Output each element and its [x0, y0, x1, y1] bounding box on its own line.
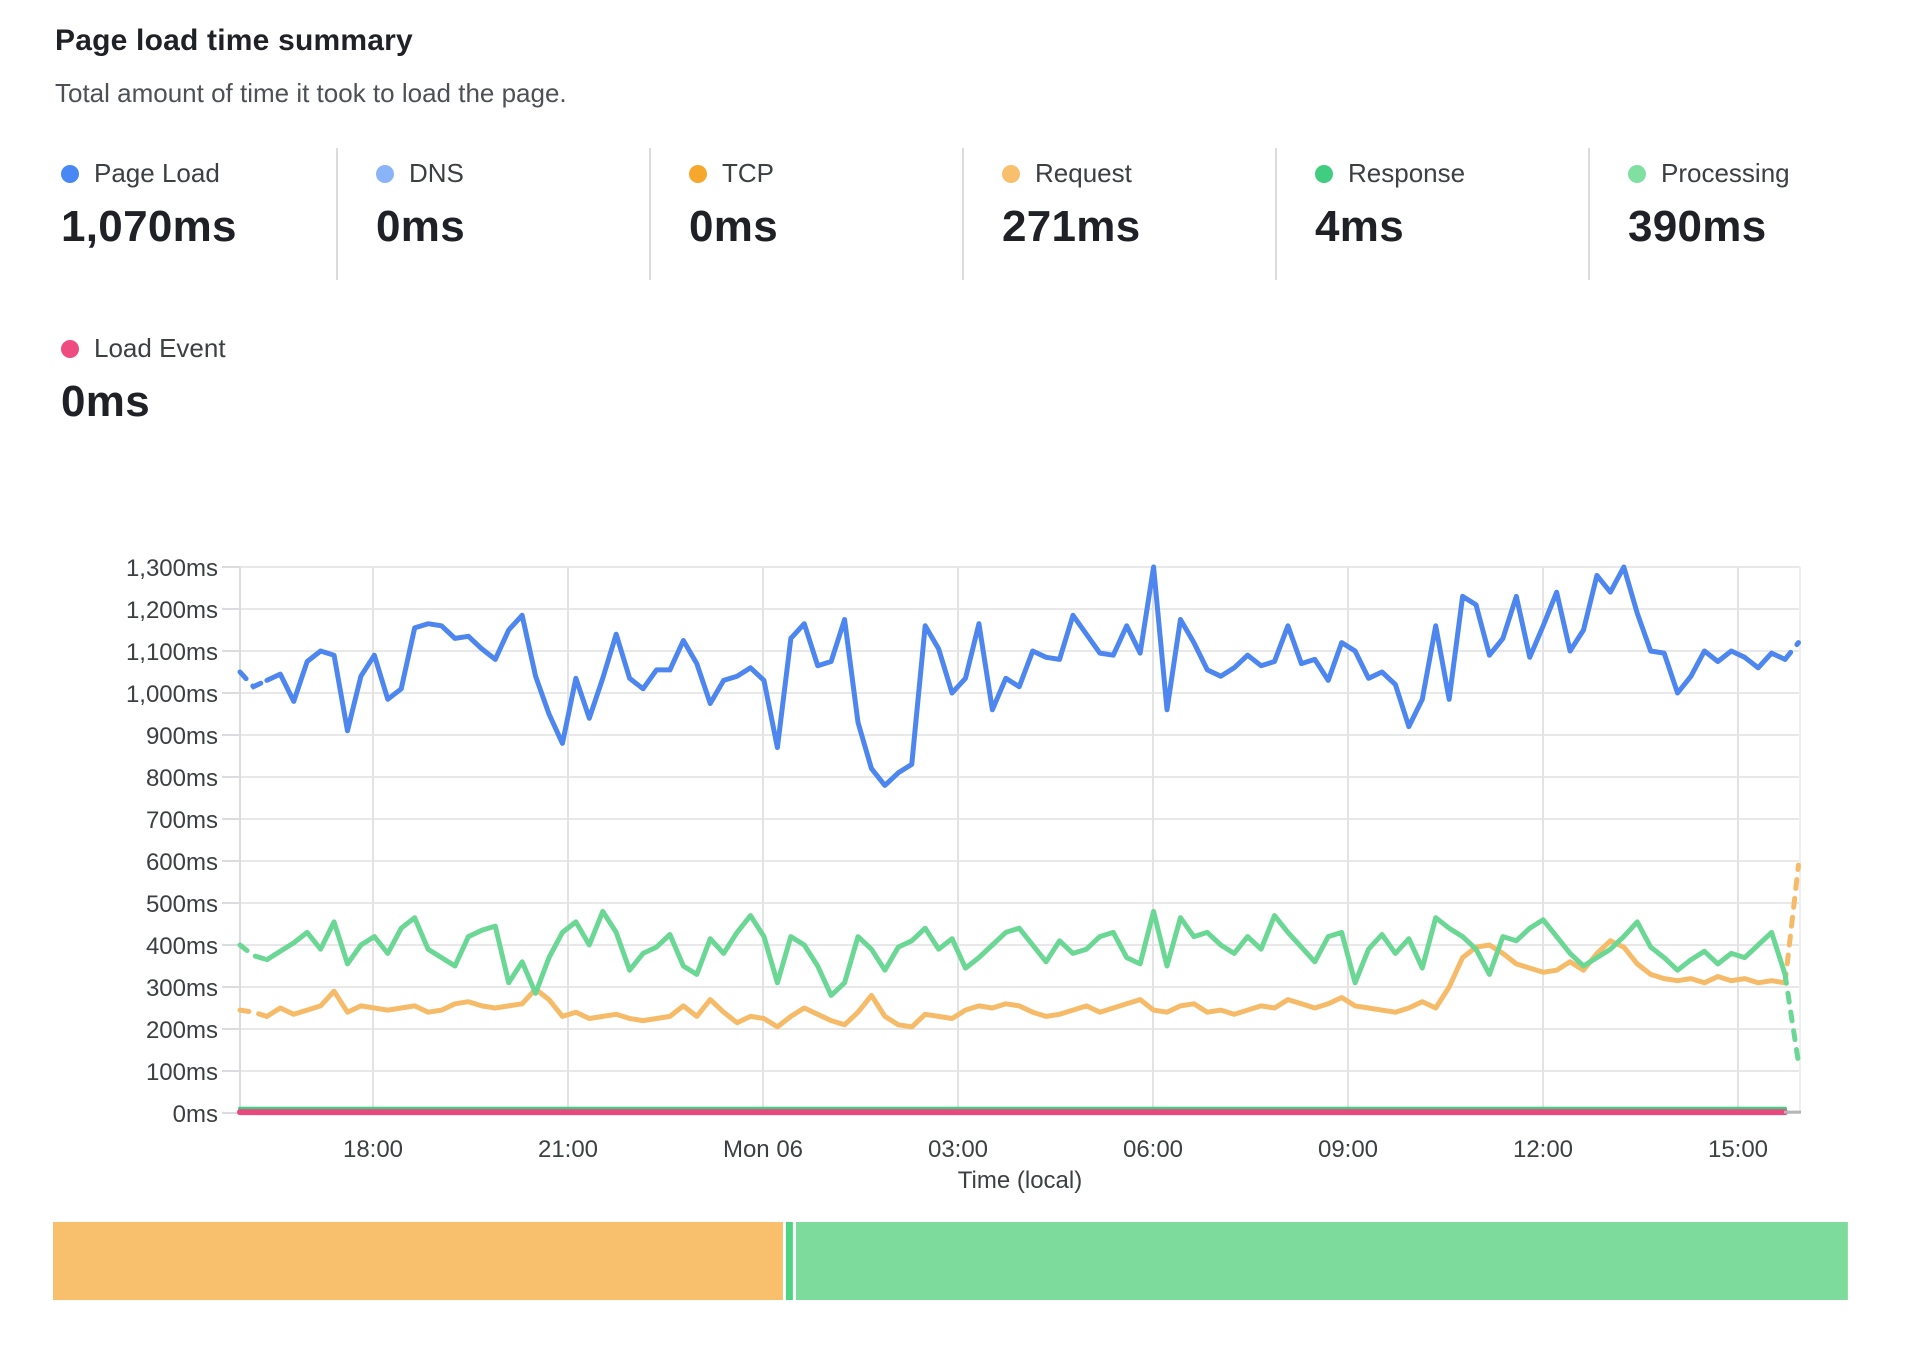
chart-line-page_load-dash-head: [240, 672, 267, 687]
page-load-time-chart[interactable]: 0ms 100ms 200ms 300ms 400ms 500ms 600ms 700ms 80…: [0, 440, 1910, 1352]
totals-bar-segment-processing[interactable]: [796, 1222, 1848, 1300]
y-tick-label: 200ms: [146, 1017, 218, 1044]
x-tick-label: 18:00: [343, 1136, 403, 1163]
y-tick-label: 900ms: [146, 723, 218, 750]
legend-item-load-event[interactable]: Load Event 0ms: [55, 323, 336, 455]
legend-label: Processing: [1661, 158, 1790, 189]
x-tick-label: 12:00: [1513, 1136, 1573, 1163]
y-tick-label: 800ms: [146, 765, 218, 792]
legend-label: Page Load: [94, 158, 220, 189]
response-dot-icon: [1315, 165, 1333, 183]
x-tick-label: 06:00: [1123, 1136, 1183, 1163]
dns-dot-icon: [376, 165, 394, 183]
x-tick-label: 03:00: [928, 1136, 988, 1163]
legend-item-processing[interactable]: Processing 390ms: [1588, 148, 1901, 280]
y-tick-label: 1,200ms: [126, 597, 218, 624]
y-tick-label: 1,000ms: [126, 681, 218, 708]
y-tick-label: 500ms: [146, 891, 218, 918]
chart-line-processing: [267, 911, 1785, 995]
legend-item-page-load[interactable]: Page Load 1,070ms: [55, 148, 336, 280]
page-load-dot-icon: [61, 165, 79, 183]
x-tick-label: 09:00: [1318, 1136, 1378, 1163]
x-tick-label: 21:00: [538, 1136, 598, 1163]
y-tick-label: 1,100ms: [126, 639, 218, 666]
y-tick-label: 400ms: [146, 933, 218, 960]
page-load-time-summary-panel: { "header": { "title": "Page load time s…: [0, 0, 1910, 1352]
legend-label: TCP: [722, 158, 774, 189]
timeseries-chart-area: 0ms 100ms 200ms 300ms 400ms 500ms 600ms 700ms 80…: [0, 440, 1910, 1357]
legend-item-response[interactable]: Response 4ms: [1275, 148, 1588, 280]
totals-bar-segment-request[interactable]: [53, 1222, 783, 1300]
chart-line-processing-dash-head: [240, 945, 267, 960]
load-event-dot-icon: [61, 340, 79, 358]
legend-summary-row: Page Load 1,070ms DNS 0ms TCP 0ms Reques…: [55, 148, 1901, 280]
y-tick-label: 0ms: [173, 1101, 218, 1128]
page-title: Page load time summary: [55, 24, 567, 58]
legend-value: 271ms: [1002, 202, 1275, 252]
legend-summary-row-2: Load Event 0ms: [55, 323, 336, 455]
legend-item-dns[interactable]: DNS 0ms: [336, 148, 649, 280]
totals-bar-segment-response[interactable]: [786, 1222, 793, 1300]
y-tick-label: 1,300ms: [126, 555, 218, 582]
legend-value: 0ms: [689, 202, 962, 252]
request-dot-icon: [1002, 165, 1020, 183]
legend-value: 4ms: [1315, 202, 1588, 252]
legend-item-tcp[interactable]: TCP 0ms: [649, 148, 962, 280]
legend-item-request[interactable]: Request 271ms: [962, 148, 1275, 280]
legend-value: 1,070ms: [61, 202, 336, 252]
x-tick-label: 15:00: [1708, 1136, 1768, 1163]
legend-value: 0ms: [61, 377, 336, 427]
x-axis-title: Time (local): [958, 1167, 1082, 1194]
processing-dot-icon: [1628, 165, 1646, 183]
page-subtitle: Total amount of time it took to load the…: [55, 78, 567, 109]
legend-value: 0ms: [376, 202, 649, 252]
y-tick-label: 700ms: [146, 807, 218, 834]
legend-label: DNS: [409, 158, 464, 189]
chart-line-request-dash-head: [240, 1010, 267, 1016]
chart-line-request: [267, 941, 1785, 1027]
legend-label: Response: [1348, 158, 1465, 189]
legend-label: Request: [1035, 158, 1132, 189]
y-tick-label: 300ms: [146, 975, 218, 1002]
y-tick-label: 600ms: [146, 849, 218, 876]
chart-line-request-dash-tail: [1785, 865, 1798, 983]
tcp-dot-icon: [689, 165, 707, 183]
chart-header: Page load time summary Total amount of t…: [55, 24, 567, 109]
x-tick-label: Mon 06: [723, 1136, 803, 1163]
chart-line-page_load: [267, 567, 1785, 785]
legend-value: 390ms: [1628, 202, 1901, 252]
y-tick-label: 100ms: [146, 1059, 218, 1086]
legend-label: Load Event: [94, 333, 226, 364]
